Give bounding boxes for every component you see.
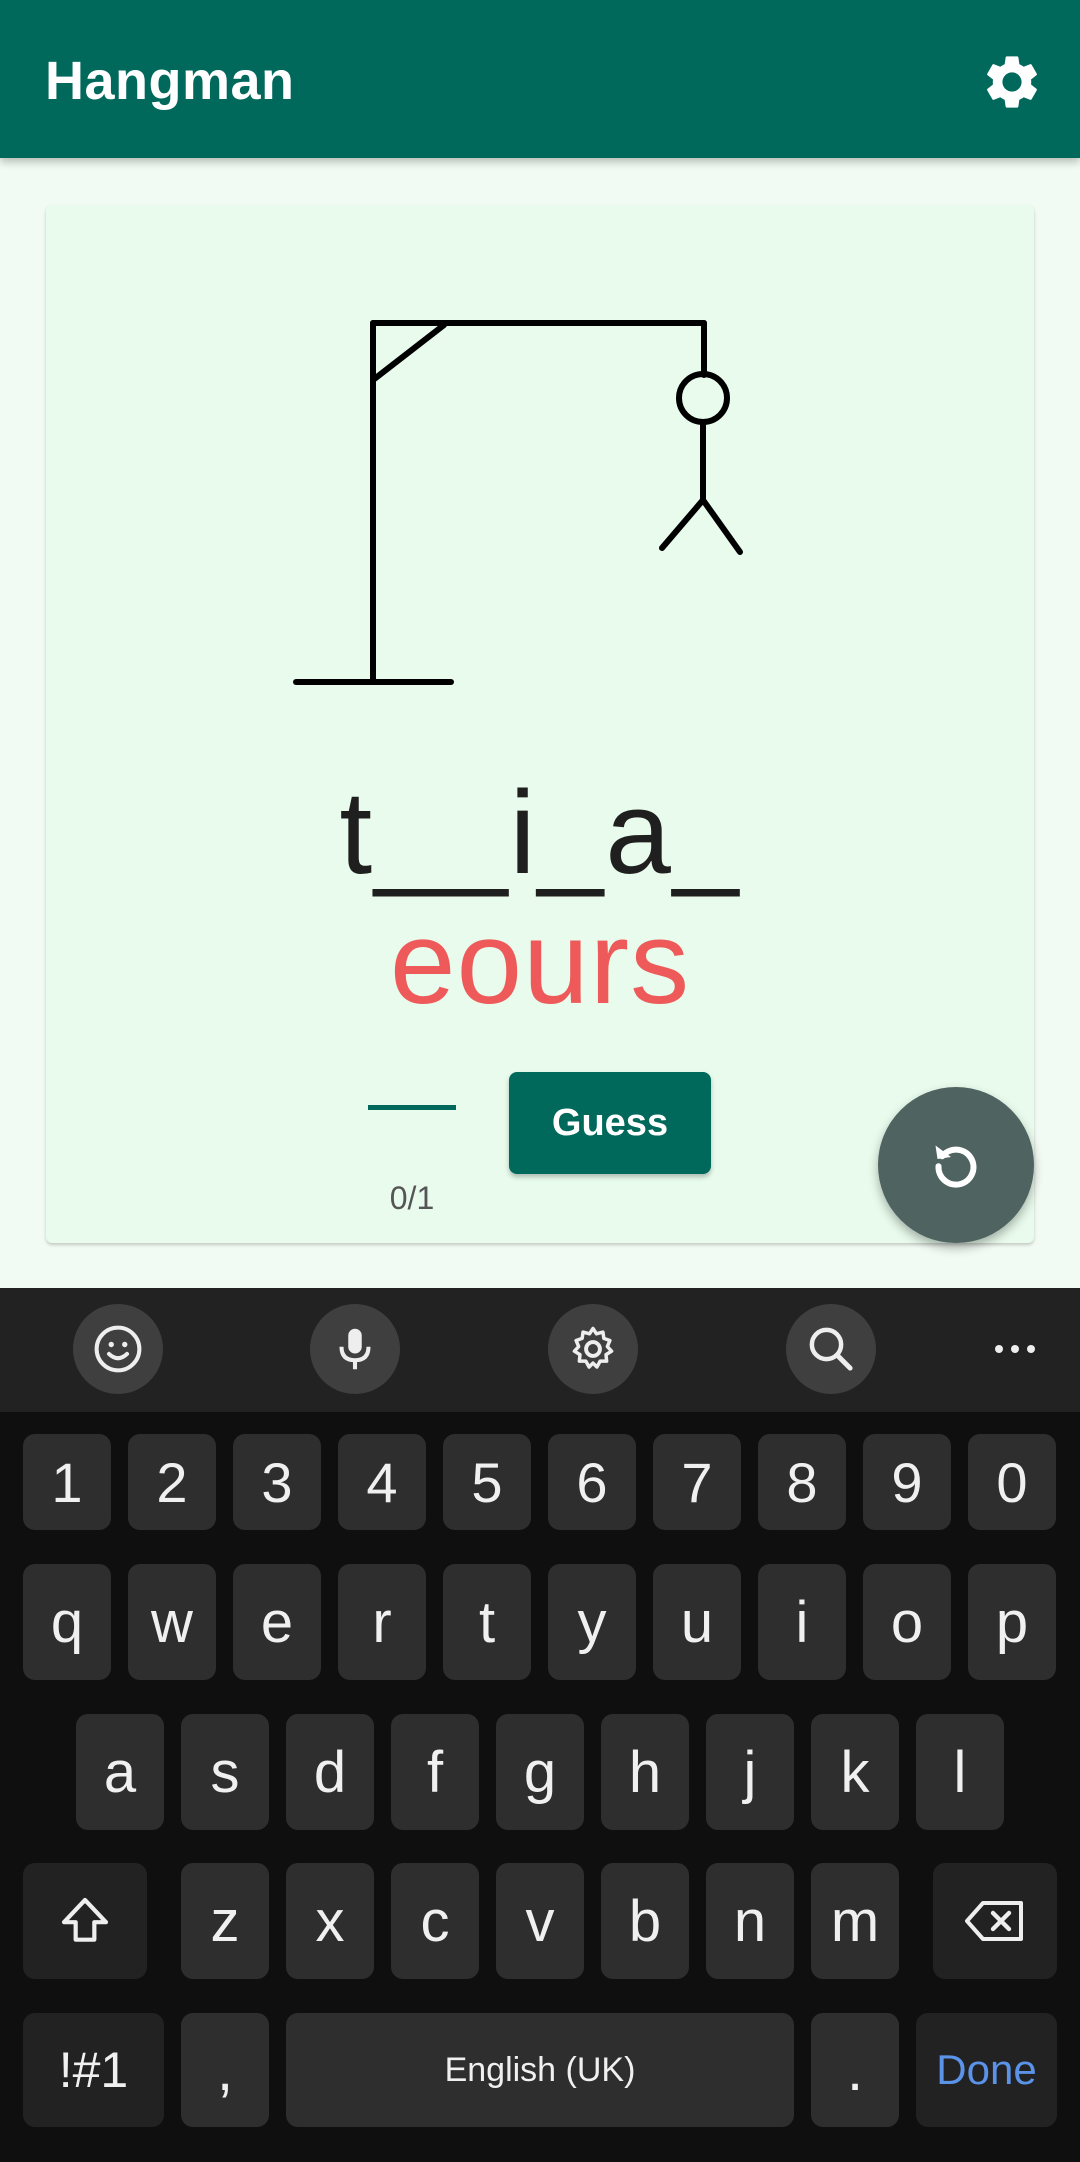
soft-keyboard: 1 2 3 4 5 6 7 8 9 0 q w e r t y u i o p …: [0, 1288, 1080, 2162]
restart-icon: [935, 1145, 977, 1188]
key-m[interactable]: m: [811, 1863, 899, 1979]
key-w[interactable]: w: [128, 1564, 216, 1680]
key-a[interactable]: a: [76, 1714, 164, 1830]
key-4[interactable]: 4: [338, 1434, 426, 1530]
shift-icon: [61, 1897, 109, 1942]
key-q[interactable]: q: [23, 1564, 111, 1680]
search-icon[interactable]: [786, 1304, 876, 1394]
emoji-icon[interactable]: [73, 1304, 163, 1394]
key-c[interactable]: c: [391, 1863, 479, 1979]
key-s[interactable]: s: [181, 1714, 269, 1830]
key-k[interactable]: k: [811, 1714, 899, 1830]
key-1[interactable]: 1: [23, 1434, 111, 1530]
key-o[interactable]: o: [863, 1564, 951, 1680]
symbols-key[interactable]: !#1: [23, 2013, 164, 2127]
key-t[interactable]: t: [443, 1564, 531, 1680]
restart-button[interactable]: [878, 1087, 1034, 1243]
key-x[interactable]: x: [286, 1863, 374, 1979]
key-g[interactable]: g: [496, 1714, 584, 1830]
guess-char-counter: 0/1: [389, 1180, 435, 1216]
guess-input[interactable]: [368, 1050, 456, 1110]
period-key[interactable]: .: [811, 2013, 899, 2127]
key-7[interactable]: 7: [653, 1434, 741, 1530]
key-i[interactable]: i: [758, 1564, 846, 1680]
key-3[interactable]: 3: [233, 1434, 321, 1530]
game-card: t__i_a_ eours 0/1 Guess: [46, 205, 1034, 1243]
key-y[interactable]: y: [548, 1564, 636, 1680]
hangman-drawing: [293, 320, 743, 685]
keyboard-toolbar: [0, 1288, 1080, 1412]
space-key[interactable]: English (UK): [286, 2013, 794, 2127]
key-u[interactable]: u: [653, 1564, 741, 1680]
shift-key[interactable]: [23, 1863, 147, 1979]
done-key[interactable]: Done: [916, 2013, 1057, 2127]
key-j[interactable]: j: [706, 1714, 794, 1830]
app-bar: Hangman: [0, 0, 1080, 158]
key-p[interactable]: p: [968, 1564, 1056, 1680]
guess-button[interactable]: Guess: [509, 1072, 711, 1174]
key-z[interactable]: z: [181, 1863, 269, 1979]
key-2[interactable]: 2: [128, 1434, 216, 1530]
more-icon[interactable]: [970, 1304, 1060, 1394]
key-f[interactable]: f: [391, 1714, 479, 1830]
key-e[interactable]: e: [233, 1564, 321, 1680]
key-5[interactable]: 5: [443, 1434, 531, 1530]
key-v[interactable]: v: [496, 1863, 584, 1979]
gear-icon[interactable]: [980, 50, 1044, 114]
key-8[interactable]: 8: [758, 1434, 846, 1530]
comma-key[interactable]: ,: [181, 2013, 269, 2127]
key-0[interactable]: 0: [968, 1434, 1056, 1530]
gear-icon[interactable]: [548, 1304, 638, 1394]
key-b[interactable]: b: [601, 1863, 689, 1979]
app-title: Hangman: [45, 51, 295, 111]
backspace-key[interactable]: [933, 1863, 1057, 1979]
key-l[interactable]: l: [916, 1714, 1004, 1830]
key-9[interactable]: 9: [863, 1434, 951, 1530]
key-6[interactable]: 6: [548, 1434, 636, 1530]
backspace-icon: [965, 1901, 1023, 1941]
masked-word: t__i_a_: [339, 767, 741, 899]
key-h[interactable]: h: [601, 1714, 689, 1830]
wrong-letters: eours: [389, 897, 691, 1029]
key-r[interactable]: r: [338, 1564, 426, 1680]
key-n[interactable]: n: [706, 1863, 794, 1979]
key-d[interactable]: d: [286, 1714, 374, 1830]
microphone-icon[interactable]: [310, 1304, 400, 1394]
